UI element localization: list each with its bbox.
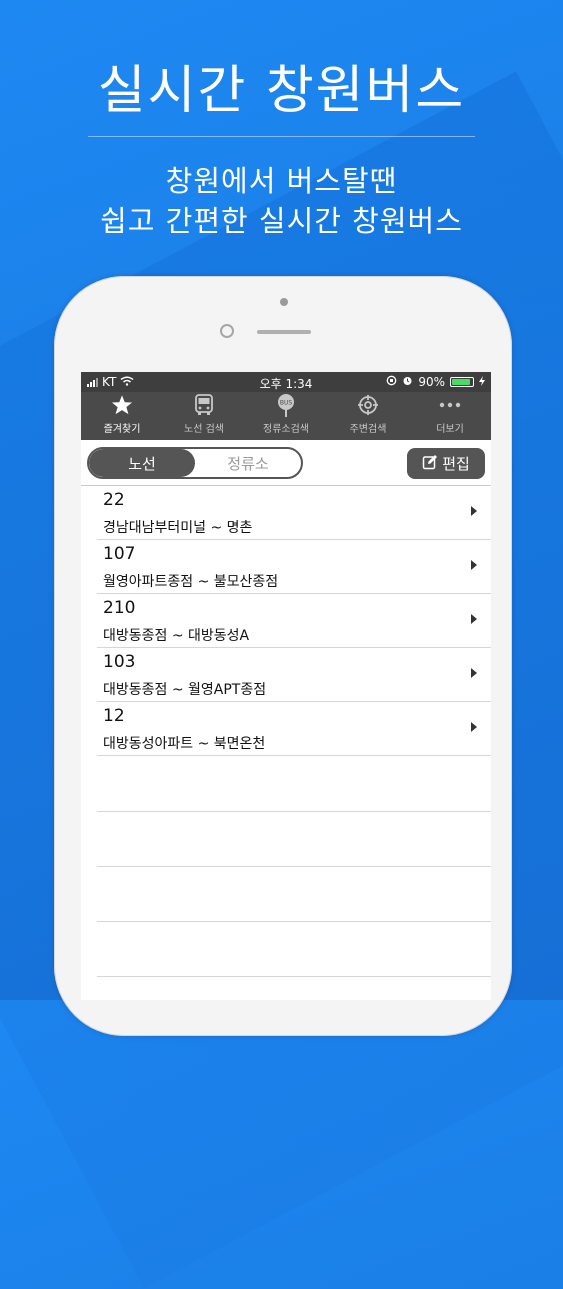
bus-stop-badge-text: BUS xyxy=(280,400,293,407)
chevron-right-icon xyxy=(471,668,477,678)
promo-subtitle-line2: 쉽고 간편한 실시간 창원버스 xyxy=(100,204,463,238)
route-row[interactable]: 12 대방동성아파트 ~ 북면온천 xyxy=(97,702,491,756)
chevron-right-icon xyxy=(471,560,477,570)
phone-sensor xyxy=(220,324,234,338)
bus-icon xyxy=(194,393,214,417)
tab-label: 주변검색 xyxy=(349,424,387,435)
crosshair-icon xyxy=(357,393,379,417)
empty-row-divider xyxy=(97,811,491,812)
route-row[interactable]: 103 대방동종점 ~ 월영APT종점 xyxy=(97,648,491,702)
edit-button[interactable]: 편집 xyxy=(407,448,485,479)
chevron-right-icon xyxy=(471,614,477,624)
tab-route-search[interactable]: 노선 검색 xyxy=(163,392,245,440)
segment-stop[interactable]: 정류소 xyxy=(195,449,301,477)
phone-camera xyxy=(280,298,288,306)
segment-route[interactable]: 노선 xyxy=(89,449,195,477)
chevron-right-icon xyxy=(471,722,477,732)
route-row[interactable]: 107 월영아파트종점 ~ 불모산종점 xyxy=(97,540,491,594)
battery-percent: 90% xyxy=(418,375,445,389)
app-screen: KT 오후 1:34 90% 즐겨찾기 노선 검색 BUS 정류소검색 주변검색… xyxy=(81,372,491,1000)
route-number: 12 xyxy=(103,706,125,726)
empty-row-divider xyxy=(97,976,491,977)
route-description: 대방동성아파트 ~ 북면온천 xyxy=(103,736,266,752)
empty-row-divider xyxy=(97,921,491,922)
route-row[interactable]: 22 경남대남부터미널 ~ 명촌 xyxy=(97,486,491,540)
route-description: 경남대남부터미널 ~ 명촌 xyxy=(103,520,253,536)
more-icon xyxy=(439,393,461,417)
edit-icon xyxy=(422,454,438,474)
edit-label: 편집 xyxy=(442,455,470,473)
tab-stop-search[interactable]: BUS 정류소검색 xyxy=(245,392,327,440)
tab-nearby-search[interactable]: 주변검색 xyxy=(327,392,409,440)
tab-label: 노선 검색 xyxy=(184,424,224,435)
route-number: 103 xyxy=(103,652,136,672)
star-icon xyxy=(111,393,133,417)
bus-stop-icon: BUS xyxy=(275,393,297,417)
route-description: 대방동종점 ~ 대방동성A xyxy=(103,628,250,644)
phone-speaker xyxy=(257,330,311,334)
route-number: 107 xyxy=(103,544,136,564)
tab-more[interactable]: 더보기 xyxy=(409,392,491,440)
tab-label: 정류소검색 xyxy=(263,424,309,435)
battery-icon xyxy=(450,377,474,387)
tab-bar: 즐겨찾기 노선 검색 BUS 정류소검색 주변검색 더보기 xyxy=(81,392,491,440)
tab-favorites[interactable]: 즐겨찾기 xyxy=(81,392,163,440)
chevron-right-icon xyxy=(471,506,477,516)
alarm-icon xyxy=(402,375,413,389)
charging-icon xyxy=(479,375,485,389)
route-description: 월영아파트종점 ~ 불모산종점 xyxy=(103,574,279,590)
promo-divider xyxy=(88,136,475,137)
empty-row-divider xyxy=(97,866,491,867)
tab-label: 더보기 xyxy=(436,424,464,435)
route-stop-segment: 노선 정류소 xyxy=(87,447,303,479)
route-description: 대방동종점 ~ 월영APT종점 xyxy=(103,682,267,698)
promo-subtitle-line1: 창원에서 버스탈땐 xyxy=(165,164,398,198)
battery-fill xyxy=(452,379,470,385)
route-number: 22 xyxy=(103,490,125,510)
route-row[interactable]: 210 대방동종점 ~ 대방동성A xyxy=(97,594,491,648)
route-number: 210 xyxy=(103,598,136,618)
status-bar: KT 오후 1:34 90% xyxy=(81,372,491,392)
promo-headline: 실시간 창원버스 xyxy=(97,61,466,121)
tab-label: 즐겨찾기 xyxy=(103,424,141,435)
orientation-lock-icon xyxy=(386,375,397,389)
